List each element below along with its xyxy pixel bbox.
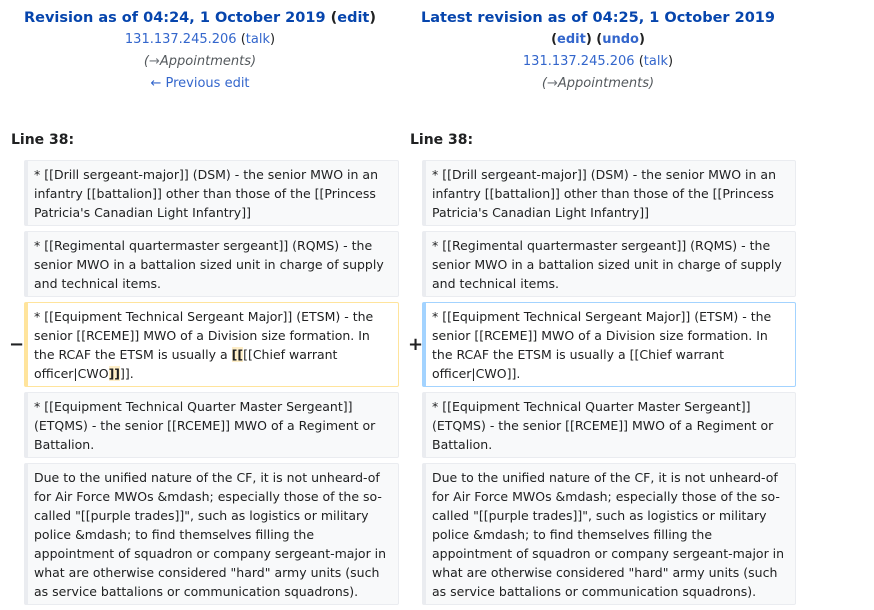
left-context-cell: * [[Equipment Technical Quarter Master S…: [24, 392, 399, 458]
right-context-cell: * [[Drill sergeant-major]] (DSM) - the s…: [422, 160, 796, 226]
right-line-number: Line 38:: [410, 132, 474, 148]
right-context-cell: * [[Equipment Technical Quarter Master S…: [422, 392, 796, 458]
right-section-name: Appointments: [557, 76, 649, 91]
right-context-cell: * [[Regimental quartermaster sergeant]] …: [422, 231, 796, 297]
right-revision-link[interactable]: Latest revision as of 04:25, 1 October 2…: [421, 10, 775, 26]
left-context-cell: * [[Drill sergeant-major]] (DSM) - the s…: [24, 160, 399, 226]
left-revision-header: Revision as of 04:24, 1 October 2019 (ed…: [0, 7, 400, 95]
left-user-line: 131.137.245.206 (talk): [124, 32, 276, 47]
right-edit-link[interactable]: edit: [557, 32, 586, 47]
left-revision-title: Revision as of 04:24, 1 October 2019 (ed…: [23, 10, 377, 26]
deleted-text: ]]: [108, 366, 121, 381]
right-revision-title: Latest revision as of 04:25, 1 October 2…: [398, 7, 798, 29]
deleted-line-cell: * [[Equipment Technical Sergeant Major]]…: [24, 302, 399, 387]
added-line-cell: * [[Equipment Technical Sergeant Major]]…: [422, 302, 796, 387]
added-line-marker: +: [408, 334, 424, 355]
right-edit-summary: (→Appointments): [541, 76, 655, 91]
left-context-cell: Due to the unified nature of the CF, it …: [24, 463, 399, 605]
previous-edit-link[interactable]: ← Previous edit: [150, 76, 249, 91]
right-context-cell: Due to the unified nature of the CF, it …: [422, 463, 796, 605]
left-line-number: Line 38:: [11, 132, 75, 148]
left-revision-link[interactable]: Revision as of 04:24, 1 October 2019: [24, 10, 326, 26]
right-user-line: 131.137.245.206 (talk): [522, 54, 674, 69]
left-talk-link[interactable]: talk: [246, 32, 270, 47]
right-section-arrow-link[interactable]: →: [547, 76, 558, 91]
right-revision-header: Latest revision as of 04:25, 1 October 2…: [398, 7, 798, 95]
left-edit-summary: (→Appointments): [143, 54, 257, 69]
left-section-arrow-link[interactable]: →: [149, 54, 160, 69]
left-section-name: Appointments: [159, 54, 251, 69]
right-actions-line: (edit) (undo): [551, 32, 645, 47]
right-user-link[interactable]: 131.137.245.206: [523, 54, 635, 69]
left-context-cell: * [[Regimental quartermaster sergeant]] …: [24, 231, 399, 297]
undo-link[interactable]: undo: [602, 32, 639, 47]
left-edit-link[interactable]: edit: [337, 10, 369, 26]
right-talk-link[interactable]: talk: [644, 54, 668, 69]
left-user-link[interactable]: 131.137.245.206: [125, 32, 237, 47]
deleted-line-marker: −: [9, 334, 25, 355]
deleted-text: [[: [231, 347, 244, 362]
